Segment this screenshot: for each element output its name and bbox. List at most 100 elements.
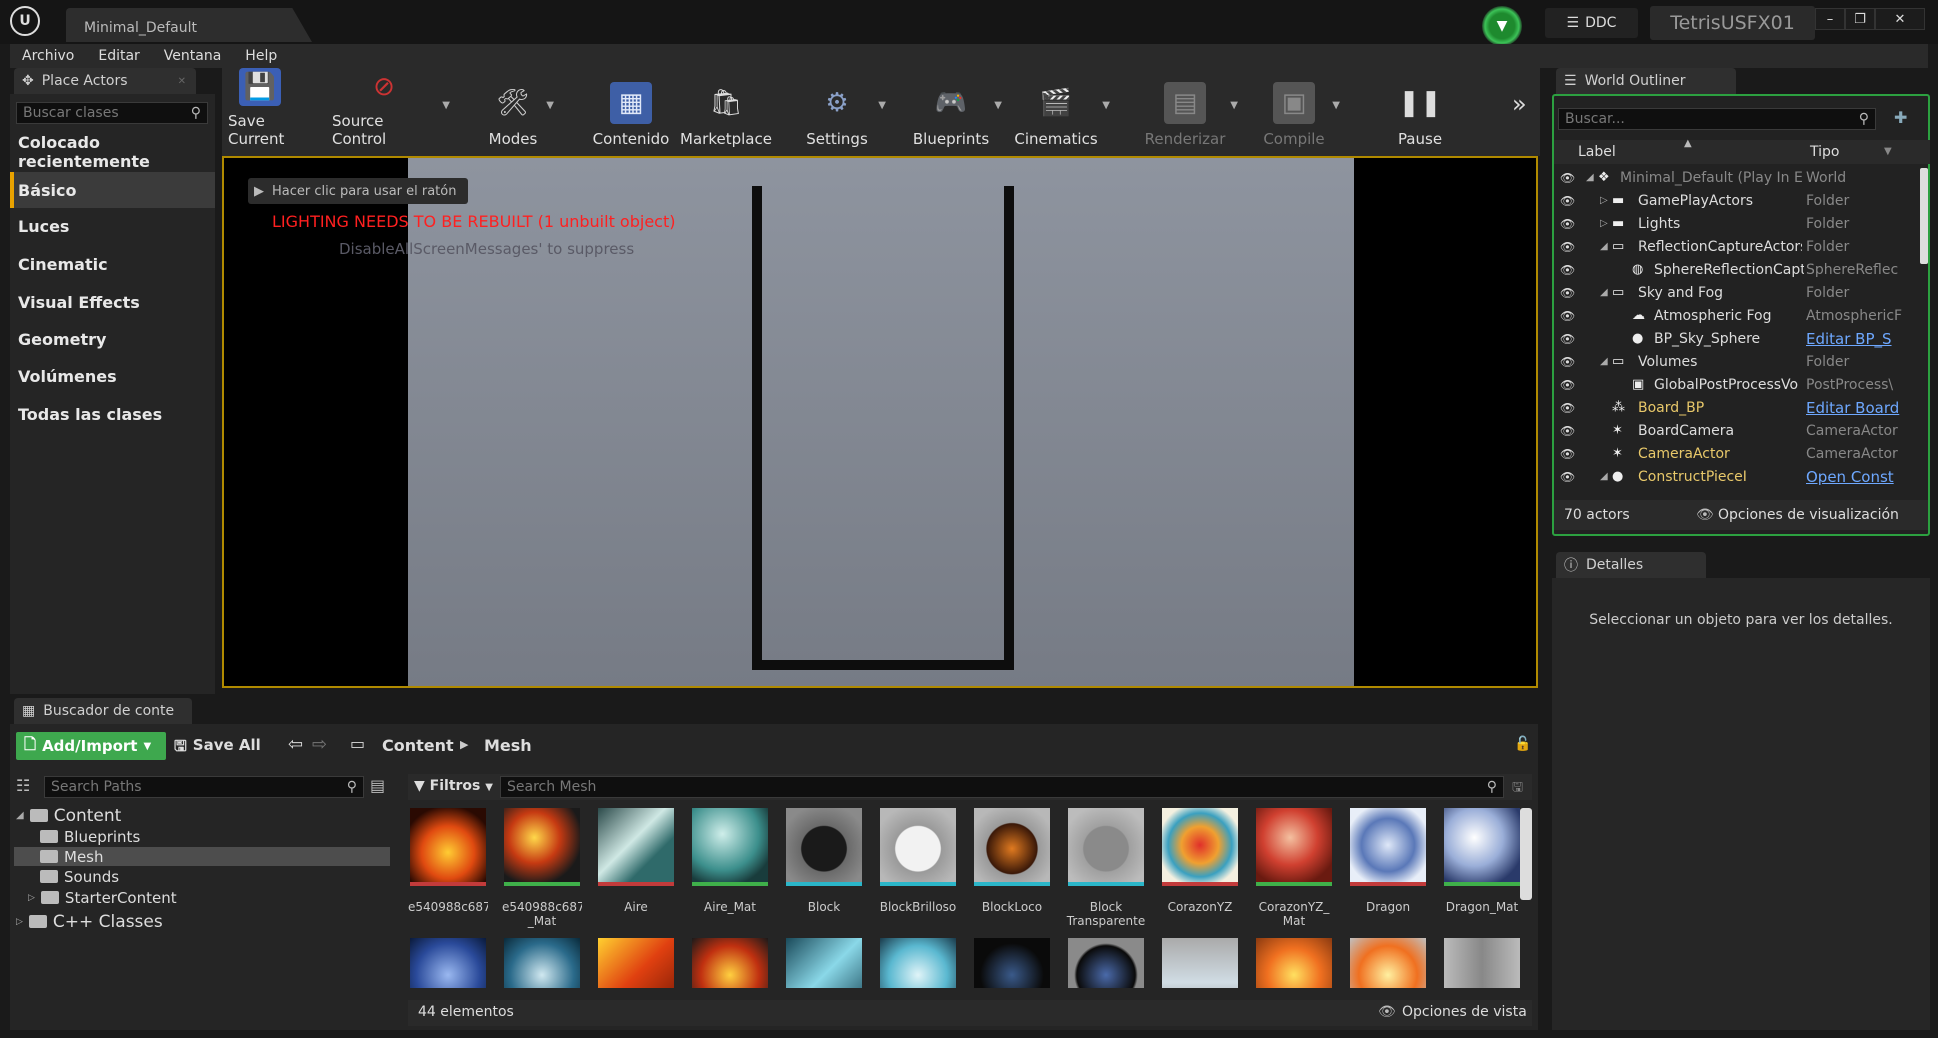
maximize-icon[interactable]: ❐ xyxy=(1845,8,1875,30)
category-basic[interactable]: Básico xyxy=(10,172,215,208)
cinematics-button[interactable]: 🎬 Cinematics ▼ xyxy=(1014,68,1110,156)
back-arrow-icon[interactable]: ⇦ xyxy=(288,734,303,755)
expand-triangle-icon[interactable]: ◢ xyxy=(1600,287,1608,298)
filters-button[interactable]: ▼ Filtros ▼ xyxy=(414,778,493,794)
compile-button[interactable]: ▣ Compile ▼ xyxy=(1262,68,1340,156)
asset-tile[interactable]: Block xyxy=(784,808,864,914)
outliner-row[interactable]: 👁 ☁ Atmospheric Fog AtmosphericF xyxy=(1554,304,1924,327)
menu-editar[interactable]: Editar xyxy=(86,48,151,64)
content-button[interactable]: ▦ Contenido xyxy=(592,68,670,156)
row-type-link[interactable]: Open Const xyxy=(1806,468,1906,486)
toolbar-overflow-icon[interactable]: » xyxy=(1512,90,1527,118)
close-icon[interactable]: ✕ xyxy=(1875,8,1925,30)
eye-icon[interactable]: 👁 xyxy=(1560,332,1575,346)
path-view-options-icon[interactable]: ▤ xyxy=(370,776,385,795)
source-control-status-icon[interactable]: ▼ xyxy=(1477,6,1527,46)
outliner-row[interactable]: 👁 ● BP_Sky_Sphere Editar BP_S xyxy=(1554,327,1924,350)
eye-icon[interactable]: 👁 xyxy=(1560,263,1575,277)
chevron-down-icon[interactable]: ▼ xyxy=(442,100,450,111)
category-all-classes[interactable]: Todas las clases xyxy=(10,396,215,432)
menu-ventana[interactable]: Ventana xyxy=(152,48,234,64)
outliner-row[interactable]: 👁 ◍ SphereReflectionCapt SphereReflec xyxy=(1554,258,1924,281)
details-tab[interactable]: ⓘ Detalles xyxy=(1556,552,1706,578)
category-lights[interactable]: Luces xyxy=(10,208,215,244)
level-viewport[interactable]: ▶ Hacer clic para usar el ratón LIGHTING… xyxy=(222,156,1538,688)
ddc-button[interactable]: ☰ DDC xyxy=(1545,8,1638,38)
eye-icon[interactable]: 👁 xyxy=(1560,447,1575,461)
asset-tile[interactable] xyxy=(1066,938,1146,988)
outliner-view-options[interactable]: Opciones de visualización xyxy=(1718,507,1899,523)
asset-tile[interactable] xyxy=(878,938,958,988)
tree-item-sounds[interactable]: Sounds xyxy=(40,867,119,886)
breadcrumb-content[interactable]: Content xyxy=(382,736,454,755)
minimize-icon[interactable]: – xyxy=(1815,8,1845,30)
collapse-triangle-icon[interactable]: ▷ xyxy=(1600,218,1608,229)
modes-button[interactable]: 🛠 Modes ▼ xyxy=(486,68,554,156)
eye-icon[interactable]: 👁 xyxy=(1560,240,1575,254)
asset-tile[interactable]: Aire xyxy=(596,808,676,914)
tree-item-blueprints[interactable]: Blueprints xyxy=(40,827,140,846)
lock-icon[interactable]: 🔓 xyxy=(1514,736,1531,752)
chevron-down-icon[interactable]: ▼ xyxy=(546,100,554,111)
asset-search-input[interactable]: Search Mesh ⚲ xyxy=(500,776,1504,798)
outliner-row[interactable]: 👁 ◢ ▭ Sky and Fog Folder xyxy=(1554,281,1924,304)
outliner-row[interactable]: 👁 ✶ BoardCamera CameraActor xyxy=(1554,419,1924,442)
column-type[interactable]: Tipo xyxy=(1810,144,1839,160)
eye-icon[interactable]: 👁 xyxy=(1560,355,1575,369)
asset-tile[interactable] xyxy=(408,938,488,988)
eye-icon[interactable]: 👁 xyxy=(1560,194,1575,208)
eye-icon[interactable]: 👁 xyxy=(1560,217,1575,231)
collapse-triangle-icon[interactable]: ▷ xyxy=(16,917,23,927)
chevron-down-icon[interactable]: ▼ xyxy=(1102,100,1110,111)
asset-tile[interactable] xyxy=(784,938,864,988)
save-search-icon[interactable]: 🖫 xyxy=(1512,778,1523,800)
asset-tile[interactable]: BlockLoco xyxy=(972,808,1052,914)
chevron-down-icon[interactable]: ▼ xyxy=(1332,100,1340,111)
asset-tile[interactable] xyxy=(502,938,582,988)
row-type-link[interactable]: Editar BP_S xyxy=(1806,330,1906,348)
class-search-input[interactable]: Buscar clases ⚲ xyxy=(16,102,208,124)
eye-icon[interactable]: 👁 xyxy=(1560,171,1575,185)
eye-icon[interactable]: 👁 xyxy=(1560,309,1575,323)
sources-toggle-icon[interactable]: ☷ xyxy=(16,776,30,795)
asset-scrollbar[interactable] xyxy=(1520,808,1532,900)
asset-view-options[interactable]: Opciones de vista xyxy=(1402,1004,1527,1020)
document-tab[interactable]: Minimal_Default xyxy=(66,8,312,42)
outliner-scrollbar[interactable] xyxy=(1920,168,1928,264)
asset-tile[interactable] xyxy=(972,938,1052,988)
collapse-triangle-icon[interactable]: ▷ xyxy=(1600,195,1608,206)
asset-tile[interactable]: CorazonYZ xyxy=(1160,808,1240,914)
category-volumes[interactable]: Volúmenes xyxy=(10,358,215,394)
eye-icon[interactable]: 👁 xyxy=(1560,378,1575,392)
eye-icon[interactable]: 👁 xyxy=(1560,286,1575,300)
forward-arrow-icon[interactable]: ⇨ xyxy=(312,734,327,755)
outliner-row[interactable]: 👁 ◢ ▭ Volumes Folder xyxy=(1554,350,1924,373)
row-type-link[interactable]: Editar Board xyxy=(1806,399,1906,417)
chevron-down-icon[interactable]: ▼ xyxy=(1230,100,1238,111)
chevron-down-icon[interactable]: ▼ xyxy=(994,100,1002,111)
asset-tile[interactable]: Dragon xyxy=(1348,808,1428,914)
breadcrumb-mesh[interactable]: Mesh xyxy=(484,736,532,755)
asset-tile[interactable]: BlockBrilloso xyxy=(878,808,958,914)
expand-triangle-icon[interactable]: ◢ xyxy=(1600,471,1608,482)
tab-close-icon[interactable]: ✕ xyxy=(178,76,186,87)
collapse-triangle-icon[interactable]: ▷ xyxy=(28,893,35,903)
content-browser-tab[interactable]: ▦ Buscador de conte xyxy=(14,698,192,724)
expand-triangle-icon[interactable]: ◢ xyxy=(1586,172,1594,183)
chevron-down-icon[interactable]: ▼ xyxy=(1884,146,1892,157)
menu-help[interactable]: Help xyxy=(233,48,289,64)
outliner-row[interactable]: 👁 ⁂ Board_BP Editar Board xyxy=(1554,396,1924,419)
search-paths-input[interactable]: Search Paths ⚲ xyxy=(44,776,364,798)
category-cinematic[interactable]: Cinematic xyxy=(10,246,215,282)
tree-item-content[interactable]: ◢ Content xyxy=(16,806,121,826)
marketplace-button[interactable]: 🛍 Marketplace xyxy=(680,68,772,156)
asset-tile[interactable] xyxy=(1348,938,1428,988)
asset-tile[interactable]: Block Transparente xyxy=(1066,808,1146,928)
settings-button[interactable]: ⚙ Settings ▼ xyxy=(802,68,886,156)
tree-item-starter-content[interactable]: ▷ StarterContent xyxy=(28,888,177,907)
add-import-button[interactable]: 🗋 Add/Import ▼ xyxy=(16,732,166,760)
outliner-row[interactable]: 👁 ◢ ▭ ReflectionCaptureActors Folder xyxy=(1554,235,1924,258)
eye-icon[interactable]: 👁 xyxy=(1560,470,1575,484)
asset-tile[interactable]: e540988c6877f xyxy=(408,808,488,914)
asset-tile[interactable] xyxy=(690,938,770,988)
